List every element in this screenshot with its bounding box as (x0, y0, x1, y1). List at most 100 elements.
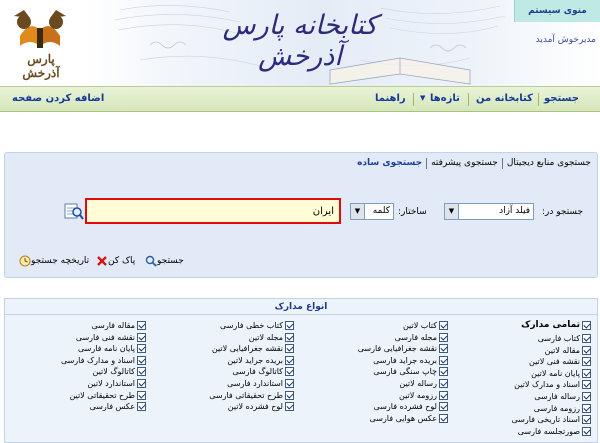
tab-simple-search[interactable]: جستجوی ساده (353, 156, 426, 172)
checkbox-label: پایان نامه فارسی (77, 344, 135, 354)
doc-type-checkbox-row[interactable]: کتاب خطی فارسی (220, 320, 294, 331)
doc-type-checkbox-row[interactable]: رزومه لاتین (399, 390, 448, 401)
checkbox-label: اسناد و مدارک فارسی (60, 355, 135, 365)
doc-type-checkbox-row[interactable]: رساله فارسی (534, 391, 591, 402)
tab-advanced-search[interactable]: جستجوی پیشرفته (427, 156, 502, 172)
doc-type-checkbox-row[interactable]: اسناد و مدارک فارسی (61, 355, 146, 366)
checkbox[interactable] (582, 426, 591, 436)
search-history-button[interactable]: تاریخچه جستجو (17, 254, 89, 268)
search-field-select[interactable]: فیلد آزاد ▼ (444, 203, 534, 220)
doc-type-checkbox-row[interactable]: کاتالوگ لاتین (93, 366, 146, 377)
search-query-input[interactable] (85, 198, 341, 224)
checkbox-all-documents[interactable]: تمامی مدارک (521, 320, 591, 331)
doc-type-checkbox-row[interactable]: طرح تحقیقاتی فارسی (209, 390, 294, 401)
checkbox[interactable] (285, 355, 294, 365)
checkbox[interactable] (137, 321, 146, 330)
checkbox[interactable] (285, 344, 294, 354)
chevron-down-icon[interactable]: ▼ (445, 204, 459, 219)
checkbox-label: تمامی مدارک (521, 320, 580, 330)
checkbox[interactable] (439, 413, 448, 423)
doc-type-checkbox-row[interactable]: اسناد تاریخی فارسی (511, 414, 591, 425)
checkbox[interactable] (137, 355, 146, 365)
checkbox[interactable] (582, 321, 591, 330)
doc-type-checkbox-row[interactable]: مجله فارسی (395, 332, 448, 343)
doc-type-checkbox-row[interactable]: اسناد و مدارک لاتین (514, 379, 591, 390)
checkbox[interactable] (285, 332, 294, 342)
checkbox[interactable] (582, 380, 591, 390)
checkbox[interactable] (439, 379, 448, 388)
doc-type-checkbox-row[interactable]: بریده جراید فارسی (373, 355, 448, 366)
checkbox[interactable] (582, 357, 591, 367)
checkbox[interactable] (439, 321, 448, 330)
checkbox[interactable] (439, 332, 448, 342)
doc-type-checkbox-row[interactable]: استاندارد لاتین (87, 378, 146, 389)
doc-type-checkbox-row[interactable]: عکس هوایی فارسی (370, 413, 448, 424)
doc-type-checkbox-row[interactable]: چاپ سنگی فارسی (373, 366, 448, 377)
search-lookup-icon[interactable] (64, 201, 84, 221)
doc-type-checkbox-row[interactable]: نقشه جغرافیایی فارسی (358, 343, 448, 354)
doc-type-checkbox-row[interactable]: رساله لاتین (399, 378, 448, 389)
clear-button[interactable]: پاک کن (94, 254, 135, 268)
tab-digital-resources-search[interactable]: جستجوی منابع دیجیتال (503, 156, 595, 172)
doc-type-checkbox-row[interactable]: نقشه جغرافیایی لاتین (212, 343, 294, 354)
checkbox[interactable] (582, 368, 591, 378)
checkbox[interactable] (285, 379, 294, 388)
checkbox[interactable] (285, 402, 294, 412)
checkbox[interactable] (439, 367, 448, 377)
doc-type-checkbox-row[interactable]: صورتجلسه فارسی (518, 426, 591, 437)
doc-type-checkbox-row[interactable]: طرح تحقیقاتی لاتین (69, 390, 146, 401)
nav-item-help[interactable]: راهنما (375, 87, 406, 111)
doc-type-checkbox-row[interactable]: نقشه فنی فارسی (76, 332, 146, 343)
checkbox-label: صورتجلسه فارسی (517, 426, 580, 436)
doc-type-checkbox-row[interactable]: عکس فارسی (90, 401, 146, 412)
nav-separator (413, 93, 414, 106)
doc-type-checkbox-row[interactable]: مقاله لاتین (545, 345, 591, 356)
doc-type-checkbox-row[interactable]: رزومه فارسی (534, 403, 591, 414)
nav-item-search[interactable]: جستجو (544, 87, 579, 111)
checkbox[interactable] (582, 345, 591, 355)
chevron-down-icon[interactable]: ▼ (351, 204, 365, 219)
checkbox[interactable] (582, 415, 591, 425)
structure-select[interactable]: کلمه ▼ (350, 203, 394, 220)
checkbox[interactable] (582, 392, 591, 401)
nav-item-news[interactable]: تازه‌ها (430, 87, 460, 111)
checkbox[interactable] (582, 403, 591, 413)
doc-type-checkbox-row[interactable]: لوح فشرده فارسی (374, 401, 448, 412)
checkbox-label: لوح فشرده فارسی (373, 402, 437, 412)
doc-type-checkbox-row[interactable]: لوح فشرده لاتین (228, 401, 294, 412)
search-button[interactable]: جستجو (143, 254, 184, 268)
nav-item-my-library[interactable]: کتابخانه من (476, 87, 533, 111)
checkbox-label: چاپ سنگی فارسی (373, 367, 437, 377)
doc-type-checkbox-row[interactable]: نقشه فنی لاتین (529, 356, 591, 367)
doc-type-checkbox-row[interactable]: کتاب فارسی (538, 333, 591, 344)
doc-type-checkbox-row[interactable]: پایان نامه فارسی (78, 343, 146, 354)
nav-separator (468, 93, 469, 106)
checkbox[interactable] (137, 390, 146, 400)
checkbox[interactable] (137, 344, 146, 354)
add-page-link[interactable]: اضافه کردن صفحه (12, 87, 104, 111)
checkbox[interactable] (285, 367, 294, 377)
search-button-label: جستجو (157, 256, 184, 266)
checkbox[interactable] (439, 390, 448, 400)
checkbox[interactable] (137, 367, 146, 377)
doc-type-checkbox-row[interactable]: بریده جراید لاتین (227, 355, 294, 366)
checkbox[interactable] (582, 334, 591, 343)
checkbox[interactable] (137, 379, 146, 388)
checkbox[interactable] (285, 390, 294, 400)
checkbox-label: پایان نامه لاتین (531, 368, 580, 378)
checkbox[interactable] (285, 321, 294, 330)
document-types-title: انواع مدارک (5, 299, 597, 315)
checkbox[interactable] (439, 344, 448, 354)
doc-type-checkbox-row[interactable]: استاندارد فارسی (227, 378, 294, 389)
checkbox[interactable] (137, 402, 146, 412)
search-history-button-label: تاریخچه جستجو (31, 256, 90, 266)
doc-type-checkbox-row[interactable]: مجله لاتین (249, 332, 294, 343)
doc-type-checkbox-row[interactable]: کاتالوگ فارسی (232, 366, 294, 377)
doc-type-checkbox-row[interactable]: کتاب لاتین (403, 320, 448, 331)
system-menu-link[interactable]: منوی سیستم (515, 0, 600, 22)
checkbox[interactable] (137, 332, 146, 342)
checkbox[interactable] (439, 355, 448, 365)
checkbox[interactable] (439, 402, 448, 412)
doc-type-checkbox-row[interactable]: مقاله فارسی (91, 320, 146, 331)
doc-type-checkbox-row[interactable]: پایان نامه لاتین (531, 368, 591, 379)
